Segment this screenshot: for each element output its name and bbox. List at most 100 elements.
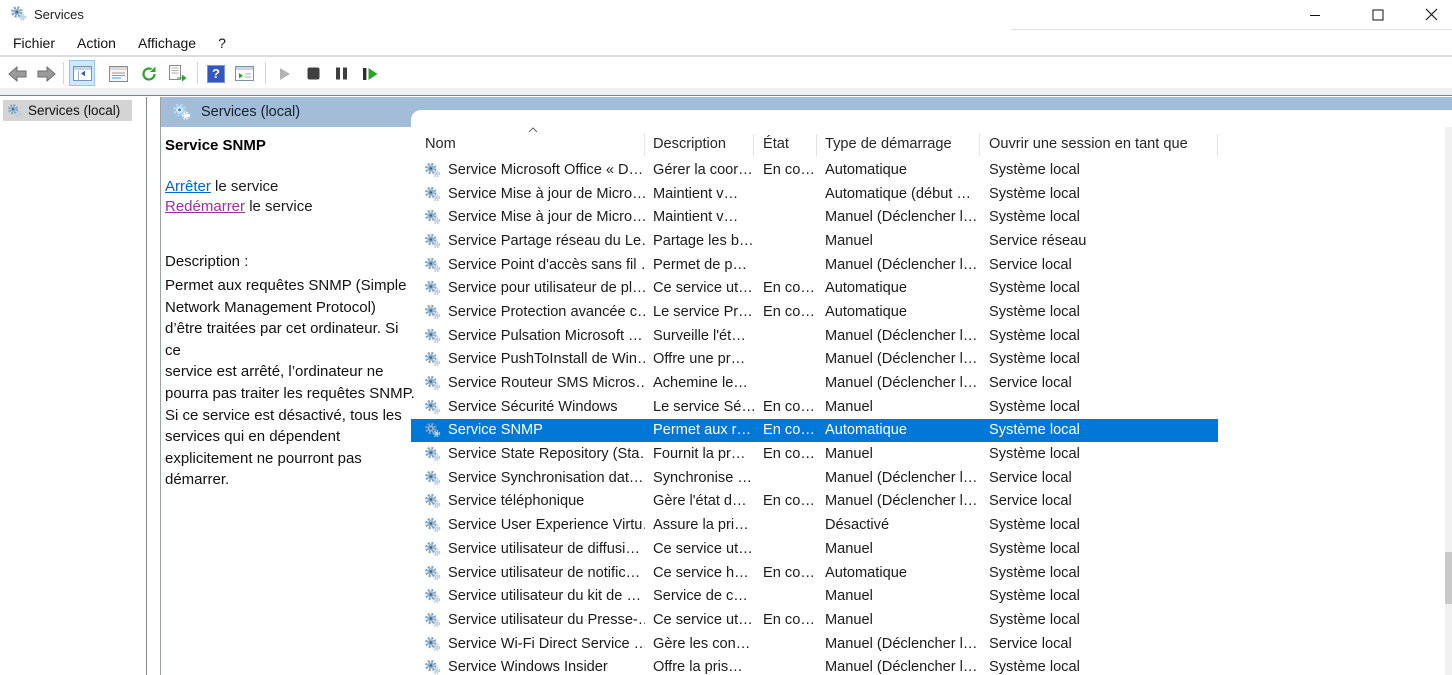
services-gear-icon xyxy=(10,5,27,22)
properties-icon xyxy=(109,66,128,82)
service-gear-icon xyxy=(424,186,441,202)
table-row[interactable]: Service Wi-Fi Direct Service … Gère les … xyxy=(411,632,1218,656)
table-row[interactable]: Service State Repository (Sta… Fournit l… xyxy=(411,442,1218,466)
cell-description: Offre la pris… xyxy=(645,659,754,675)
toolbar-separator xyxy=(63,62,64,84)
column-header-type-demarrage[interactable]: Type de démarrage xyxy=(817,130,980,158)
cell-logon-as: Système local xyxy=(980,351,1218,367)
export-list-button[interactable] xyxy=(165,61,189,86)
cell-description: Offre une pr… xyxy=(645,351,754,367)
table-row[interactable]: Service utilisateur du Presse-… Ce servi… xyxy=(411,608,1218,632)
forward-icon xyxy=(36,66,56,82)
cell-logon-as: Système local xyxy=(980,304,1218,320)
table-row[interactable]: Service pour utilisateur de pl… Ce servi… xyxy=(411,276,1218,300)
table-row[interactable]: Service utilisateur de notific… Ce servi… xyxy=(411,561,1218,585)
scrollbar-thumb[interactable] xyxy=(1445,552,1452,604)
column-header-ouvrir-session[interactable]: Ouvrir une session en tant que xyxy=(980,130,1218,158)
cell-description: Ce service h… xyxy=(645,565,754,581)
properties-button[interactable] xyxy=(106,61,130,86)
cell-description: Permet aux r… xyxy=(645,422,754,438)
maximize-button[interactable] xyxy=(1355,0,1401,29)
column-divider[interactable] xyxy=(1217,134,1218,156)
column-header-description[interactable]: Description xyxy=(645,130,754,158)
stop-service-button[interactable] xyxy=(302,61,324,86)
service-gear-icon xyxy=(424,517,441,533)
service-gear-icon xyxy=(424,304,441,320)
restart-service-link[interactable]: Redémarrer xyxy=(165,198,245,215)
cell-startup-type: Manuel xyxy=(817,446,980,462)
column-header-nom[interactable]: Nom xyxy=(411,130,645,158)
forward-button[interactable] xyxy=(34,61,58,86)
cell-logon-as: Système local xyxy=(980,446,1218,462)
table-row[interactable]: Service Mise à jour de Micro… Maintient … xyxy=(411,205,1218,229)
close-button[interactable] xyxy=(1410,0,1452,29)
cell-logon-as: Système local xyxy=(980,209,1218,225)
column-divider[interactable] xyxy=(979,134,980,156)
menu-item[interactable]: Action xyxy=(66,32,127,54)
table-row[interactable]: Service Partage réseau du Le… Partage le… xyxy=(411,229,1218,253)
cell-name: Service SNMP xyxy=(411,422,645,438)
cell-logon-as: Système local xyxy=(980,612,1218,628)
vertical-scrollbar[interactable] xyxy=(1445,127,1452,675)
cell-name: Service Protection avancée c… xyxy=(411,304,645,320)
back-button[interactable] xyxy=(6,61,30,86)
table-row[interactable]: Service User Experience Virtu… Assure la… xyxy=(411,513,1218,537)
show-console-tree-button[interactable] xyxy=(69,60,95,86)
cell-name: Service Sécurité Windows xyxy=(411,399,645,415)
menu-bar: FichierActionAffichage? xyxy=(0,30,1452,57)
service-actions: Arrêter le service Redémarrer le service xyxy=(165,177,313,216)
cell-description: Le service Sé… xyxy=(645,399,754,415)
table-row[interactable]: Service Microsoft Office « D… Gérer la c… xyxy=(411,158,1218,182)
cell-name: Service Point d'accès sans fil … xyxy=(411,257,645,273)
task-pane: Service SNMP Arrêter le service Redémarr… xyxy=(165,127,417,675)
table-row[interactable]: Service Point d'accès sans fil … Permet … xyxy=(411,253,1218,277)
table-row[interactable]: Service Mise à jour de Micro… Maintient … xyxy=(411,182,1218,206)
table-row[interactable]: Service SNMP Permet aux r… En co… Automa… xyxy=(411,419,1218,443)
restart-service-button[interactable] xyxy=(357,61,383,86)
cell-description: Maintient v… xyxy=(645,186,754,202)
table-row[interactable]: Service utilisateur du kit de … Service … xyxy=(411,584,1218,608)
table-row[interactable]: Service Windows Insider Offre la pris… M… xyxy=(411,655,1218,675)
menu-item[interactable]: ? xyxy=(207,32,237,54)
refresh-button[interactable] xyxy=(137,61,161,86)
table-row[interactable]: Service téléphonique Gère l'état d… En c… xyxy=(411,490,1218,514)
cell-name: Service Microsoft Office « D… xyxy=(411,162,645,178)
stop-service-link[interactable]: Arrêter xyxy=(165,178,211,195)
cell-name: Service State Repository (Sta… xyxy=(411,446,645,462)
service-gear-icon xyxy=(424,470,441,486)
stop-service-line: Arrêter le service xyxy=(165,177,313,197)
menu-item[interactable]: Affichage xyxy=(127,32,207,54)
pane-splitter[interactable] xyxy=(160,97,161,675)
table-row[interactable]: Service utilisateur de diffusi… Ce servi… xyxy=(411,537,1218,561)
column-divider[interactable] xyxy=(753,134,754,156)
table-row[interactable]: Service Synchronisation dat… Synchronise… xyxy=(411,466,1218,490)
cell-logon-as: Service local xyxy=(980,470,1218,486)
cell-state: En co… xyxy=(754,446,817,462)
help-icon: ? xyxy=(207,65,225,83)
tree-item-services-local[interactable]: Services (local) xyxy=(3,100,132,121)
start-service-button[interactable] xyxy=(274,61,296,86)
cell-name: Service utilisateur du Presse-… xyxy=(411,612,645,628)
table-row[interactable]: Service Sécurité Windows Le service Sé… … xyxy=(411,395,1218,419)
refresh-icon xyxy=(140,65,158,83)
column-header-etat[interactable]: État xyxy=(754,130,817,158)
minimize-button[interactable] xyxy=(1292,0,1338,29)
cell-startup-type: Manuel xyxy=(817,233,980,249)
table-row[interactable]: Service Pulsation Microsoft … Surveille … xyxy=(411,324,1218,348)
table-row[interactable]: Service Routeur SMS Micros… Achemine le…… xyxy=(411,371,1218,395)
toolbar-separator xyxy=(265,62,266,84)
help-button[interactable]: ? xyxy=(204,61,228,86)
cell-logon-as: Système local xyxy=(980,517,1218,533)
cell-description: Achemine le… xyxy=(645,375,754,391)
column-divider[interactable] xyxy=(644,134,645,156)
show-extended-view-button[interactable] xyxy=(232,61,256,86)
cell-description: Ce service ut… xyxy=(645,280,754,296)
cell-description: Maintient v… xyxy=(645,209,754,225)
menu-item[interactable]: Fichier xyxy=(2,32,66,54)
cell-startup-type: Manuel xyxy=(817,588,980,604)
table-row[interactable]: Service Protection avancée c… Le service… xyxy=(411,300,1218,324)
table-row[interactable]: Service PushToInstall de Win… Offre une … xyxy=(411,348,1218,372)
pause-service-button[interactable] xyxy=(330,61,352,86)
service-gear-icon xyxy=(424,493,441,509)
column-divider[interactable] xyxy=(816,134,817,156)
